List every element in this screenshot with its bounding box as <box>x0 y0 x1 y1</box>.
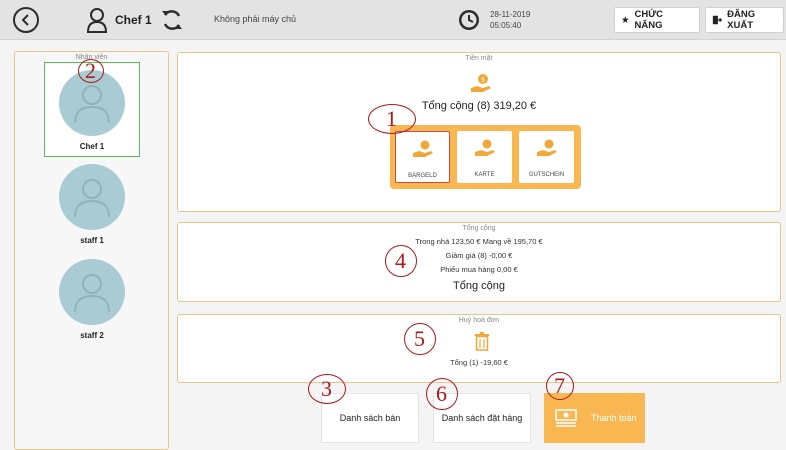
user-icon <box>86 8 108 33</box>
staff-item-staff-1[interactable]: staff 1 <box>44 157 140 252</box>
marker-number: 1 <box>386 106 397 131</box>
payment-method-bargeld[interactable]: BARGELD <box>395 131 450 183</box>
cash-hand-icon <box>474 139 495 156</box>
payment-methods: BARGELD KARTE GUTSCHEIN <box>390 125 581 189</box>
payment-method-karte[interactable]: KARTE <box>457 131 512 183</box>
marker-number: 3 <box>321 376 332 401</box>
star-icon: ★ <box>621 14 630 26</box>
sync-icon[interactable] <box>160 7 184 33</box>
totals-panel-title: Tổng cộng <box>457 225 501 232</box>
marker-number: 5 <box>414 326 425 351</box>
cash-hand-icon <box>536 139 557 156</box>
trash-icon <box>475 332 489 351</box>
logout-button[interactable]: ĐĂNG XUẤT <box>705 7 784 33</box>
logout-button-label: ĐĂNG XUẤT <box>727 9 756 31</box>
voucher-line: Phiếu mua hàng 0,00 € <box>440 265 518 274</box>
back-arrow-icon <box>21 14 29 26</box>
payment-method-gutschein[interactable]: GUTSCHEIN <box>519 131 574 183</box>
cash-panel-title: Tiền mặt <box>460 55 498 62</box>
function-button-label: CHỨC NĂNG <box>634 9 663 31</box>
staff-panel: Nhân viên Chef 1 staff 1 staff 2 <box>14 51 169 450</box>
cash-panel: Tiền mặt $ Tổng cộng (8) 319,20 € BARGEL… <box>177 52 781 212</box>
staff-name: staff 2 <box>80 331 104 340</box>
cash-hand-icon: $ <box>471 74 491 92</box>
cancelled-invoices-panel: Huỷ hoá đơn Tổng (1) -19,60 € <box>177 314 781 383</box>
marker-number: 2 <box>85 58 96 83</box>
app-root: Chef 1 Không phải máy chủ 28-11-2019 05:… <box>0 0 786 450</box>
function-button[interactable]: ★ CHỨC NĂNG <box>614 7 700 33</box>
date-text: 28-11-2019 <box>490 10 531 19</box>
dine-in-takeaway-line: Trong nhà 123,50 € Mang về 195,70 € <box>415 237 543 246</box>
logout-icon <box>712 15 723 25</box>
cash-total: Tổng cộng (8) 319,20 € <box>421 100 537 112</box>
payment-button[interactable]: Thanh toán <box>544 393 645 443</box>
svg-text:$: $ <box>481 77 485 84</box>
user-avatar-icon <box>74 274 110 313</box>
cash-hand-icon <box>412 140 433 157</box>
date-time: 28-11-2019 05:05:40 <box>490 9 530 31</box>
payment-method-label: BARGELD <box>408 173 437 179</box>
user-avatar-icon <box>74 85 110 124</box>
current-user-name: Chef 1 <box>115 13 152 27</box>
time-text: 05:05:40 <box>490 21 522 30</box>
marker-number: 4 <box>395 248 406 273</box>
marker-number: 7 <box>554 373 565 398</box>
payment-method-label: GUTSCHEIN <box>528 172 565 178</box>
staff-name: Chef 1 <box>79 142 105 151</box>
payment-method-label: KARTE <box>474 172 495 178</box>
server-status-text: Không phải máy chủ <box>214 14 297 24</box>
back-button[interactable] <box>13 7 39 33</box>
avatar <box>59 259 125 325</box>
top-bar: Chef 1 Không phải máy chủ 28-11-2019 05:… <box>0 0 786 40</box>
marker-number: 6 <box>436 381 447 406</box>
payment-label: Thanh toán <box>591 412 637 423</box>
money-stack-icon <box>555 409 577 427</box>
staff-name: staff 1 <box>80 236 104 245</box>
discount-line: Giảm giá (8) -0,00 € <box>445 251 513 260</box>
staff-item-staff-2[interactable]: staff 2 <box>44 252 140 347</box>
totals-panel: Tổng cộng Trong nhà 123,50 € Mang về 195… <box>177 222 781 302</box>
avatar <box>59 164 125 230</box>
order-list-label: Danh sách đặt hàng <box>441 412 523 423</box>
cancelled-total: Tổng (1) -19,60 € <box>450 358 508 367</box>
clock-icon <box>459 10 479 30</box>
totals-label: Tổng cộng <box>453 280 505 292</box>
sales-list-label: Danh sách bán <box>339 412 401 423</box>
cancel-panel-title: Huỷ hoá đơn <box>453 317 505 324</box>
user-avatar-icon <box>74 179 110 218</box>
